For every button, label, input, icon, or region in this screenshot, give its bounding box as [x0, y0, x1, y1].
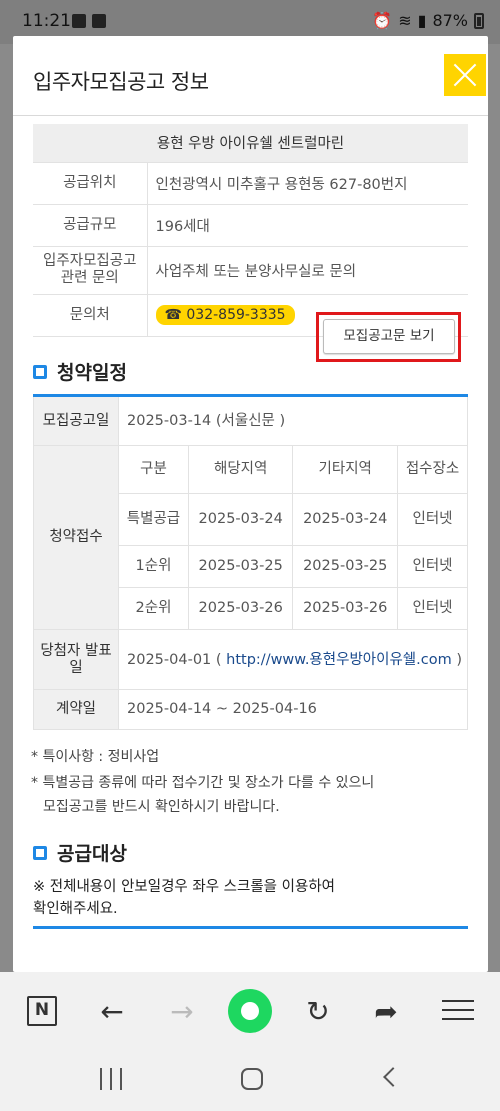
notification-icon [72, 14, 86, 28]
contract-value: 2025-04-14 ~ 2025-04-16 [118, 689, 468, 730]
info-table: 용현 우방 아이유쉘 센트럴마린 공급위치 인천광역시 미추홀구 용현동 627… [33, 124, 468, 337]
announce-value: 2025-03-14 (서울신문 ) [118, 395, 468, 446]
share-icon[interactable]: ➦ [366, 992, 406, 1032]
back-arrow-icon[interactable]: ← [92, 992, 132, 1032]
forward-arrow-icon[interactable]: → [162, 992, 202, 1032]
row-type: 1순위 [118, 545, 189, 588]
row-place: 인터넷 [397, 493, 468, 546]
recent-apps-icon[interactable] [100, 1068, 122, 1090]
alarm-icon: ⏰ [372, 11, 393, 30]
row-type: 특별공급 [118, 493, 189, 546]
system-nav [0, 1052, 500, 1111]
row-date-other: 2025-03-25 [292, 545, 398, 588]
schedule-heading: 청약일정 [33, 358, 127, 385]
signal-icon: ▮ [417, 11, 427, 30]
col-header: 접수장소 [397, 445, 468, 494]
status-time: 11:21 [22, 11, 71, 31]
scroll-hint-line1: ※ 전체내용이 안보일경우 좌우 스크롤을 이용하여 [33, 879, 335, 895]
info-label: 문의처 [33, 294, 148, 337]
info-label: 입주자모집공고 관련 문의 [33, 246, 148, 295]
modal-title: 입주자모집공고 정보 [33, 70, 209, 94]
row-date-other: 2025-03-24 [292, 493, 398, 546]
scroll-hint-line2: 확인해주세요. [33, 901, 118, 917]
schedule-table: 모집공고일 2025-03-14 (서울신문 ) 청약접수 구분 해당지역 기타… [33, 394, 468, 730]
info-value: 196세대 [147, 204, 468, 247]
contract-label: 계약일 [33, 689, 119, 730]
refresh-icon[interactable]: ↻ [298, 992, 338, 1032]
battery-icon [474, 12, 484, 29]
info-label: 공급위치 [33, 162, 148, 205]
scroll-hint: ※ 전체내용이 안보일경우 좌우 스크롤을 이용하여 확인해주세요. [33, 876, 335, 920]
status-right: ⏰ ≋ ▮ 87% [372, 11, 484, 30]
winner-close: ) [451, 651, 463, 668]
announce-label: 모집공고일 [33, 395, 119, 446]
browser-toolbar: N ← → ↻ ➦ [0, 972, 500, 1052]
row-date-local: 2025-03-24 [187, 493, 294, 546]
supply-heading: 공급대상 [33, 839, 127, 866]
battery-percent: 87% [432, 11, 468, 30]
row-date-local: 2025-03-25 [187, 545, 294, 588]
row-type: 2순위 [118, 587, 189, 630]
winner-link[interactable]: http://www.용현우방아이유쉘.com [226, 652, 452, 668]
naver-home-icon[interactable]: N [27, 996, 57, 1026]
info-value: 사업주체 또는 분양사무실로 문의 [147, 246, 468, 295]
row-place: 인터넷 [397, 545, 468, 588]
info-value: 인천광역시 미추홀구 용현동 627-80번지 [147, 162, 468, 205]
wifi-icon: ≋ [398, 11, 412, 30]
apply-label: 청약접수 [33, 445, 119, 630]
menu-icon[interactable] [442, 1000, 474, 1020]
close-icon[interactable] [444, 54, 486, 96]
note-supply-type: * 특별공급 종류에 따라 접수기간 및 장소가 다를 수 있으니 [31, 775, 375, 791]
notice-modal: 입주자모집공고 정보 용현 우방 아이유쉘 센트럴마린 공급위치 인천광역시 미… [13, 36, 488, 972]
winner-label: 당첨자 발표일 [33, 629, 119, 690]
green-dot-icon[interactable] [228, 989, 272, 1033]
gallery-icon [92, 14, 106, 28]
col-header: 구분 [118, 445, 189, 494]
note-check: 모집공고를 반드시 확인하시기 바랍니다. [43, 799, 280, 815]
square-bullet-icon [33, 845, 47, 860]
highlight-box [316, 312, 461, 362]
winner-value: 2025-04-01 ( http://www.용현우방아이유쉘.com ) [118, 629, 468, 690]
winner-date: 2025-04-01 ( [127, 651, 227, 668]
schedule-title: 청약일정 [57, 362, 127, 384]
square-bullet-icon [33, 364, 47, 379]
complex-name: 용현 우방 아이유쉘 센트럴마린 [33, 124, 468, 163]
supply-table-top [33, 926, 468, 929]
row-place: 인터넷 [397, 587, 468, 630]
note-special: * 특이사항 : 정비사업 [31, 749, 160, 765]
row-date-local: 2025-03-26 [187, 587, 294, 630]
col-header: 기타지역 [292, 445, 398, 494]
home-icon[interactable] [241, 1068, 263, 1090]
phone-button[interactable]: ☎ 032-859-3335 [155, 305, 295, 325]
system-back-icon[interactable] [383, 1067, 403, 1087]
row-date-other: 2025-03-26 [292, 587, 398, 630]
modal-header: 입주자모집공고 정보 [13, 36, 488, 116]
supply-title: 공급대상 [57, 843, 127, 865]
col-header: 해당지역 [187, 445, 294, 494]
info-label: 공급규모 [33, 204, 148, 247]
